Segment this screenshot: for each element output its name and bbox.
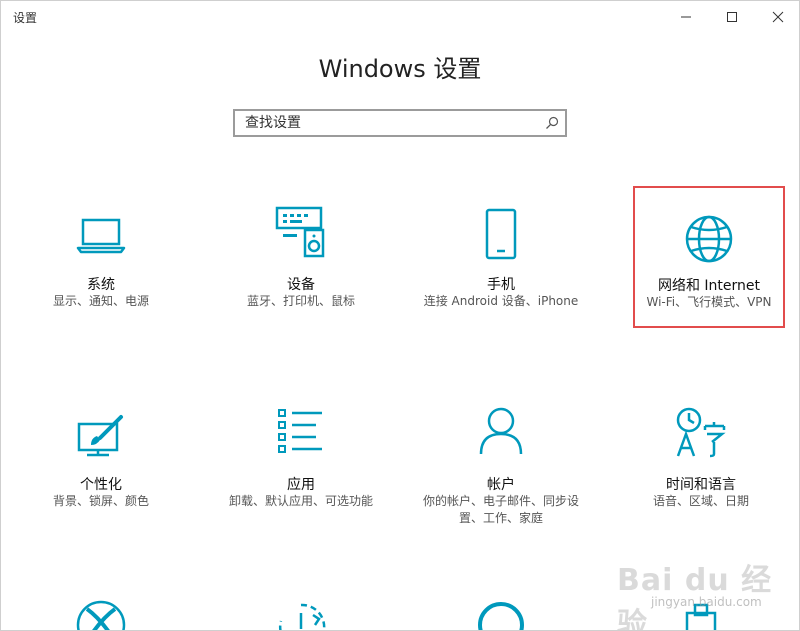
minimize-button[interactable]: [663, 1, 709, 33]
tile-title: 帐户: [487, 477, 515, 493]
tile-phone[interactable]: 手机 连接 Android 设备、iPhone: [406, 186, 596, 346]
cortana-icon: [478, 602, 524, 630]
tile-title: 设备: [287, 277, 315, 293]
minimize-icon: [681, 16, 691, 18]
tile-description: 显示、通知、电源: [52, 294, 149, 308]
watermark-brand: Bai du 经验: [617, 563, 773, 631]
ease-of-access-icon: [278, 603, 326, 630]
tile-network-internet[interactable]: 网络和 Internet Wi-Fi、飞行模式、VPN: [633, 186, 785, 328]
tile-description: 背景、锁屏、颜色: [52, 494, 149, 508]
title-bar[interactable]: 设置: [1, 1, 799, 33]
tile-time-language[interactable]: 时间和语言 语音、区域、日期: [606, 394, 796, 554]
tile-personalization[interactable]: 个性化 背景、锁屏、颜色: [6, 394, 196, 554]
tile-cortana[interactable]: [406, 597, 596, 630]
tile-devices[interactable]: 设备 蓝牙、打印机、鼠标: [206, 186, 396, 346]
tile-description: 卸载、默认应用、可选功能: [228, 494, 373, 508]
tile-title: 手机: [487, 277, 515, 293]
tile-title: 系统: [87, 277, 115, 293]
tile-apps[interactable]: 应用 卸载、默认应用、可选功能: [206, 394, 396, 554]
tile-gaming[interactable]: [6, 597, 196, 630]
tile-title: 时间和语言: [666, 477, 736, 493]
tile-description: 你的帐户、电子邮件、同步设置、工作、家庭: [422, 494, 579, 525]
watermark-url: jingyan.baidu.com: [651, 595, 762, 609]
devices-icon: [275, 206, 325, 258]
search-box[interactable]: [233, 109, 567, 137]
settings-window: 设置 Windows 设置 系统 显示、通知、电源: [0, 0, 800, 631]
time-language-icon: [676, 407, 726, 458]
phone-icon: [485, 208, 517, 260]
tile-description: 连接 Android 设备、iPhone: [423, 294, 579, 308]
tile-accounts[interactable]: 帐户 你的帐户、电子邮件、同步设置、工作、家庭: [406, 394, 596, 554]
globe-icon: [685, 215, 733, 263]
laptop-icon: [76, 218, 126, 254]
tile-title: 应用: [287, 477, 315, 493]
tile-description: 语音、区域、日期: [652, 494, 749, 508]
watermark: Bai du 经验 jingyan.baidu.com: [611, 553, 791, 630]
person-icon: [479, 407, 523, 455]
window-title: 设置: [13, 11, 38, 25]
maximize-button[interactable]: [709, 1, 755, 33]
page-title: Windows 设置: [318, 55, 482, 83]
apps-list-icon: [278, 409, 322, 453]
tile-description: 蓝牙、打印机、鼠标: [246, 294, 355, 308]
xbox-icon: [76, 600, 126, 630]
tile-ease-of-access[interactable]: [206, 597, 396, 630]
close-icon: [772, 11, 784, 23]
close-button[interactable]: [755, 1, 799, 33]
tile-system[interactable]: 系统 显示、通知、电源: [6, 186, 196, 346]
tile-title: 网络和 Internet: [657, 278, 761, 294]
tile-title: 个性化: [80, 477, 122, 493]
maximize-icon: [727, 12, 737, 22]
paint-icon: [77, 415, 123, 457]
search-input[interactable]: [235, 111, 545, 135]
tile-description: Wi-Fi、飞行模式、VPN: [646, 295, 772, 309]
search-icon[interactable]: [545, 116, 559, 130]
